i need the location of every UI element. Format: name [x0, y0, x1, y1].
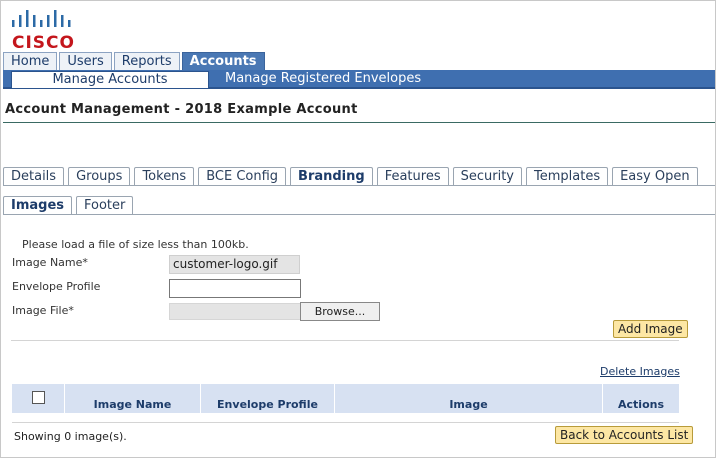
form-divider — [11, 340, 679, 341]
select-all-checkbox[interactable] — [31, 391, 45, 404]
add-image-button[interactable]: Add Image — [613, 320, 688, 338]
image-name-field: customer-logo.gif — [169, 255, 300, 274]
cisco-bars-icon — [12, 10, 71, 27]
top-tab-reports[interactable]: Reports — [113, 52, 180, 70]
image-file-label: Image File* — [12, 304, 74, 317]
column-image-name[interactable]: Image Name — [65, 384, 201, 413]
branding-tabs-divider — [3, 214, 715, 215]
branding-tabs: Images Footer — [3, 196, 134, 214]
tab-templates[interactable]: Templates — [526, 167, 609, 185]
column-image: Image — [335, 384, 603, 413]
sub-tab-manage-registered-envelopes[interactable]: Manage Registered Envelopes — [215, 71, 431, 88]
logo-text: CISCO — [12, 33, 75, 53]
browse-button[interactable]: Browse... — [300, 302, 380, 321]
tab-security[interactable]: Security — [452, 167, 522, 185]
delete-images-link[interactable]: Delete Images — [600, 365, 680, 378]
sub-nav-bar: Manage Accounts Manage Registered Envelo… — [3, 70, 715, 89]
cisco-logo: CISCO — [11, 7, 81, 53]
envelope-profile-label: Envelope Profile — [12, 280, 101, 293]
tab-images[interactable]: Images — [3, 196, 73, 214]
top-nav: Home Users Reports Accounts — [3, 52, 265, 70]
envelope-profile-input[interactable] — [169, 279, 301, 298]
tab-easy-open[interactable]: Easy Open — [612, 167, 698, 185]
column-envelope-profile[interactable]: Envelope Profile — [201, 384, 335, 413]
image-file-path-field[interactable] — [169, 303, 301, 320]
top-tab-accounts[interactable]: Accounts — [181, 52, 265, 70]
tab-features[interactable]: Features — [376, 167, 449, 185]
tab-footer[interactable]: Footer — [76, 196, 134, 214]
column-actions: Actions — [618, 398, 664, 411]
top-tab-home[interactable]: Home — [3, 52, 58, 70]
page-title: Account Management - 2018 Example Accoun… — [5, 102, 358, 117]
tab-branding[interactable]: Branding — [290, 167, 373, 185]
size-note: Please load a file of size less than 100… — [22, 238, 249, 251]
section-tabs-divider — [3, 185, 715, 186]
tab-tokens[interactable]: Tokens — [134, 167, 195, 185]
image-name-label: Image Name* — [12, 256, 88, 269]
select-all-column — [12, 384, 65, 413]
showing-count: Showing 0 image(s). — [14, 430, 127, 443]
top-tab-users[interactable]: Users — [59, 52, 112, 70]
sub-tab-manage-accounts[interactable]: Manage Accounts — [11, 71, 209, 88]
table-divider — [12, 422, 679, 423]
images-table-header: Image Name Envelope Profile Image Action… — [12, 384, 679, 413]
tab-details[interactable]: Details — [3, 167, 65, 185]
tab-bce-config[interactable]: BCE Config — [198, 167, 287, 185]
tab-groups[interactable]: Groups — [68, 167, 131, 185]
back-to-accounts-button[interactable]: Back to Accounts List — [555, 426, 694, 444]
section-tabs: Details Groups Tokens BCE Config Brandin… — [3, 167, 698, 185]
title-divider — [3, 122, 715, 123]
